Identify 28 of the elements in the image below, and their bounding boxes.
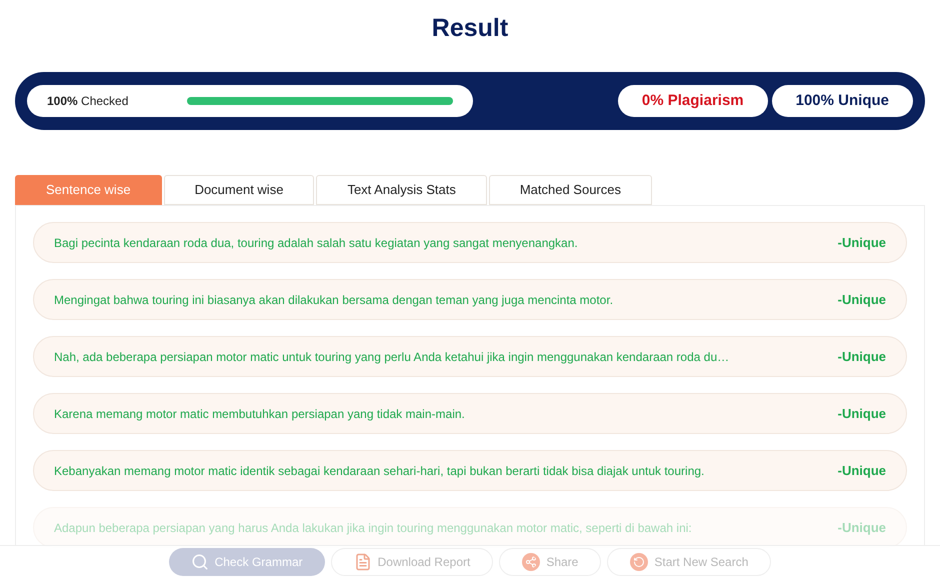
share-button[interactable]: Share bbox=[499, 548, 602, 576]
reload-icon bbox=[630, 553, 648, 571]
unique-badge: 100% Unique bbox=[772, 85, 913, 117]
download-button[interactable]: Download Report bbox=[330, 548, 494, 576]
grammar-button[interactable]: Check Grammar bbox=[168, 548, 325, 576]
document-icon bbox=[354, 553, 372, 571]
plagiarism-badge: 0% Plagiarism bbox=[618, 85, 768, 117]
status-label: -Unique bbox=[838, 518, 886, 537]
tab[interactable]: Document wise bbox=[164, 175, 314, 205]
tab[interactable]: Text Analysis Stats bbox=[316, 175, 487, 205]
page-title: Result bbox=[430, 13, 510, 44]
tab[interactable]: Sentence wise bbox=[15, 175, 162, 205]
checked-label: 100% Checked bbox=[47, 93, 130, 110]
share-icon bbox=[522, 553, 540, 571]
sentence-text: Adapun beberapa persiapan yang harus Anda lakukan jika ingin touring menggunakan motor matic, seperti di bawah ini: bbox=[54, 520, 692, 536]
status-label: -Unique bbox=[838, 404, 886, 423]
status-label: -Unique bbox=[838, 234, 886, 252]
status-label: -Unique bbox=[838, 462, 886, 480]
sentence-text: Bagi pecinta kendaraan roda dua, touring adalah salah satu kegiatan yang sangat menyenangkan. bbox=[54, 234, 578, 252]
status-label: -Unique bbox=[838, 348, 886, 366]
sentence-text: Karena memang motor matic membutuhkan persiapan yang tidak main-main. bbox=[54, 406, 465, 422]
tab[interactable]: Matched Sources bbox=[488, 175, 652, 205]
restart-button[interactable]: Start New Search bbox=[607, 548, 772, 576]
sentence-text: Kebanyakan memang motor matic identik sebagai kendaraan sehari-hari, tapi bukan berarti tidak bisa diajak untuk touring. bbox=[54, 462, 704, 480]
status-label: -Unique bbox=[838, 290, 886, 309]
sentence-text: Mengingat bahwa touring ini biasanya akan dilakukan bersama dengan teman yang juga mencinta motor. bbox=[54, 292, 614, 308]
search-icon bbox=[190, 553, 209, 571]
sentence-text: Nah, ada beberapa persiapan motor matic untuk touring yang perlu Anda ketahui jika ingin menggunakan kendaraan roda du… bbox=[54, 348, 730, 366]
